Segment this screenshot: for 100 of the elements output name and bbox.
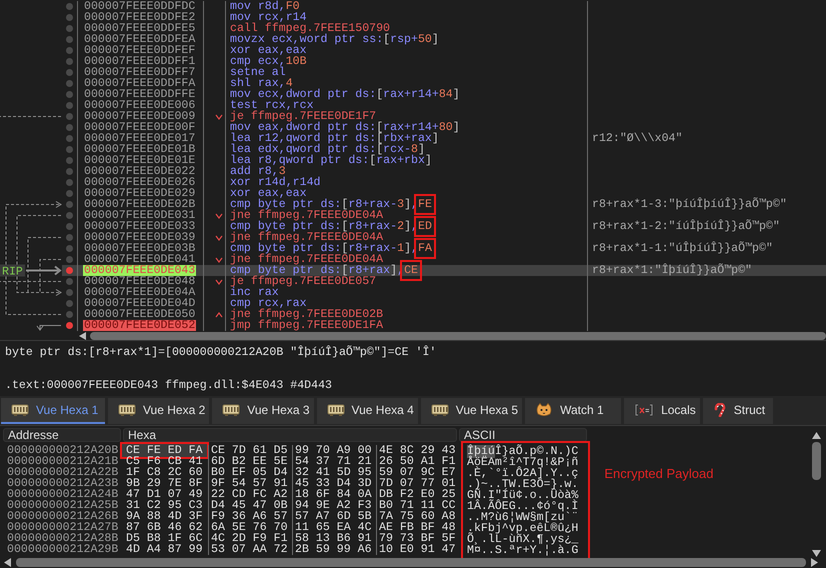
instruction-text: add r8,3 [230, 165, 286, 178]
pointer-arrow [25, 266, 62, 276]
address-cell: 000007FEEE0DDFFA [83, 78, 196, 89]
tab[interactable]: Struct [702, 398, 773, 424]
hex-bytes: 58 13 B6 91 [295, 533, 372, 544]
breakpoint-dot[interactable] [66, 58, 73, 65]
jump-down-icon [215, 212, 223, 220]
memory-chip-icon [430, 403, 449, 417]
instruction-text: xor eax,eax [230, 187, 307, 200]
ascii-text: ÅöËAm²î^T7q!&P¡ñ [467, 457, 578, 468]
hex-bytes: 47 D1 07 49 [126, 489, 203, 500]
scroll-right-icon[interactable] [811, 558, 818, 566]
memory-chip-icon [11, 403, 29, 417]
tab[interactable]: Locals [624, 398, 700, 424]
tab[interactable]: Vue Hexa 2 [108, 398, 210, 424]
column-header: Addresse [3, 428, 121, 442]
breakpoint-dot[interactable] [66, 80, 73, 87]
ascii-text: ..M?ù6¦WW§m[zu`¨ [467, 512, 578, 523]
address-cell-text: 000000000212A27B [7, 522, 120, 533]
breakpoint-dot[interactable] [66, 124, 73, 131]
address-cell: 000007FEEE0DDFDC [83, 1, 196, 12]
breakpoint-dot[interactable] [66, 179, 73, 186]
hex-bytes: 1F C8 2C 60 [126, 467, 203, 478]
hex-bytes: 22 CD FC A2 [211, 489, 288, 500]
comment-text: r12:"Ø\\\x04" [592, 132, 682, 145]
memory-chip-icon [222, 403, 240, 417]
scrollbar-thumb[interactable] [812, 442, 820, 480]
breakpoint-dot[interactable] [66, 36, 73, 43]
breakpoint-dot[interactable] [66, 311, 73, 318]
instruction-text: movzx ecx,word ptr ss:[rsp+50] [230, 33, 439, 46]
address-cell-text: 000000000212A21B [7, 456, 120, 467]
breakpoint-dot[interactable] [66, 113, 73, 120]
instruction-text: jne ffmpeg.7FEEE0DE04A [230, 231, 384, 244]
jump-down-icon [215, 256, 223, 264]
breakpoint-dot[interactable] [66, 201, 73, 208]
scroll-down-icon[interactable] [812, 550, 820, 557]
scrollbar-thumb[interactable] [16, 558, 806, 566]
breakpoint-dot[interactable] [66, 300, 73, 307]
memory-chip-icon [118, 403, 136, 417]
breakpoint-dot[interactable] [66, 91, 73, 98]
ascii-text: .È,`°ï.Ô2A].Y..ç [467, 468, 578, 479]
breakpoint-dot[interactable] [66, 168, 73, 175]
address-cell: 000007FEEE0DE04A [83, 287, 196, 298]
ascii-text: M¤..S.ªr+Y.¦.à.G [467, 545, 578, 556]
breakpoint-dot[interactable] [66, 47, 73, 54]
breakpoint-dot[interactable] [66, 223, 73, 230]
hex-bytes: 9A 88 4D 3F [126, 511, 203, 522]
instruction-text: cmp ecx,10B [230, 55, 307, 68]
breakpoint-dot[interactable] [66, 278, 73, 285]
breakpoint-dot[interactable] [66, 25, 73, 32]
hex-bytes: 7D 07 77 01 [379, 478, 456, 489]
column-header: ASCII [459, 428, 587, 442]
jump-down-icon [215, 278, 223, 286]
tab[interactable]: Vue Hexa 3 [212, 398, 314, 424]
address-cell: 000007FEEE0DE01B [83, 144, 196, 155]
scrollbar-thumb[interactable] [90, 332, 826, 340]
breakpoint-dot[interactable] [66, 3, 73, 10]
tab[interactable]: Vue Hexa 5 [420, 398, 522, 424]
breakpoint-dot[interactable] [66, 14, 73, 21]
tab[interactable]: Watch 1 [525, 398, 622, 424]
breakpoint-dot[interactable] [66, 212, 73, 219]
breakpoint-dot[interactable] [66, 102, 73, 109]
cat-face-icon [535, 403, 554, 417]
comment-text: r8+rax*1-3:"þíúÎþíúÎ}}aÕ™p©" [592, 198, 787, 211]
breakpoint-dot[interactable] [66, 190, 73, 197]
address-cell-text: 000000000212A23B [7, 478, 120, 489]
scroll-left-icon[interactable] [4, 558, 11, 566]
breakpoint-dot[interactable] [66, 69, 73, 76]
breakpoint-dot[interactable] [66, 322, 73, 329]
address-cell: 000007FEEE0DE01E [83, 155, 196, 166]
address-cell: 000007FEEE0DDFEF [83, 45, 196, 56]
hex-bytes: D4 45 47 0B [211, 500, 288, 511]
instruction-text: je ffmpeg.7FEEE0DE057 [230, 275, 376, 288]
hex-bytes: 7A 75 60 A8 [379, 511, 456, 522]
scroll-up-icon[interactable] [812, 432, 820, 439]
scroll-left-icon[interactable] [79, 332, 86, 340]
breakpoint-dot[interactable] [66, 146, 73, 153]
instruction-text: shl rax,4 [230, 77, 293, 90]
instruction-text: lea edx,qword ptr ds:[rcx-8] [230, 143, 425, 156]
breakpoint-dot[interactable] [66, 245, 73, 252]
tab[interactable]: Vue Hexa 1 [1, 398, 105, 424]
column-header: Hexa [123, 428, 457, 442]
hex-bytes: 4C 2D F9 F1 [211, 533, 288, 544]
address-cell: 000007FEEE0DE039 [83, 232, 196, 243]
breakpoint-dot[interactable] [66, 289, 73, 296]
hex-bytes: 79 73 BF 5F [379, 533, 456, 544]
breakpoint-dot[interactable] [66, 234, 73, 241]
breakpoint-dot[interactable] [66, 135, 73, 142]
ascii-text: Õ¸.lL-ùñX.¶.ys¿_ [467, 534, 578, 545]
breakpoint-dot[interactable] [66, 157, 73, 164]
instruction-text: call ffmpeg.7FEEE150790 [230, 22, 390, 35]
breakpoint-dot[interactable] [66, 267, 73, 274]
address-cell: 000007FEEE0DE03B [83, 243, 196, 254]
address-cell: 000007FEEE0DE033 [83, 221, 196, 232]
memory-chip-icon [326, 403, 345, 417]
breakpoint-dot[interactable] [66, 256, 73, 263]
address-cell: 000007FEEE0DE009 [83, 111, 196, 122]
hex-bytes: 4E 8C 29 43 [379, 445, 456, 456]
tab[interactable]: Vue Hexa 4 [316, 398, 418, 424]
ascii-text: 1Â.ÃÔEG...¢ó°q.Ì [467, 501, 578, 512]
